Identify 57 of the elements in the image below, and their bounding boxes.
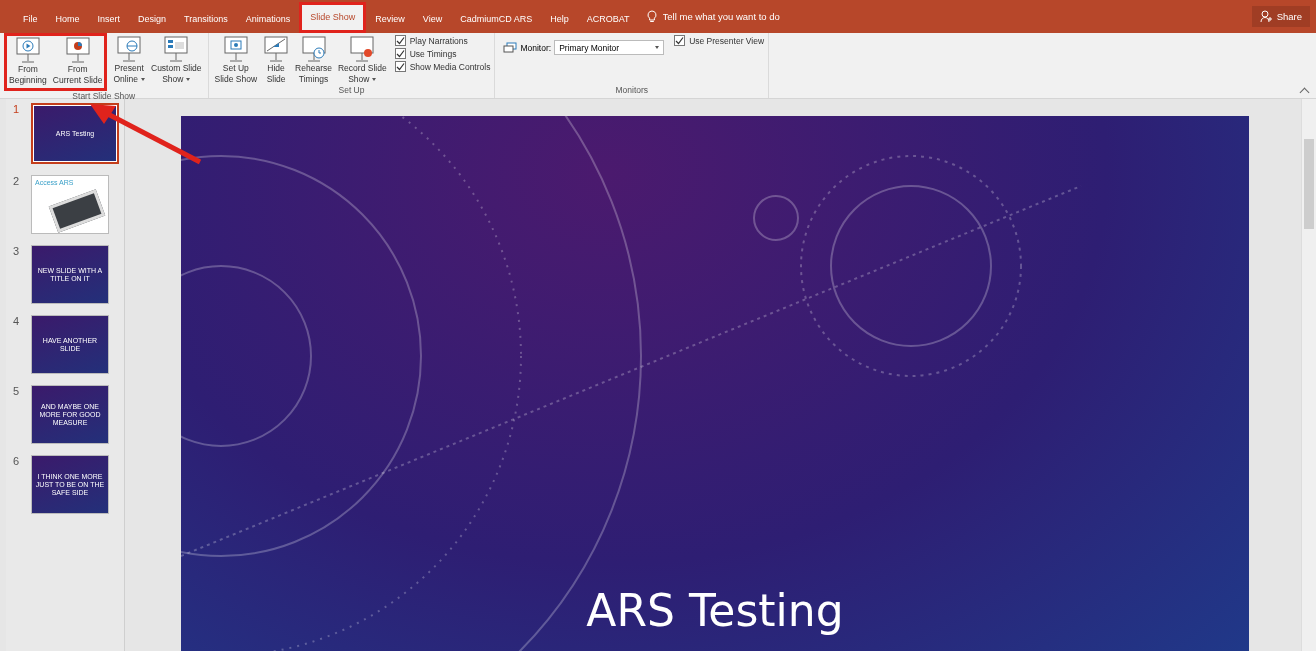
ribbon-button[interactable]: Custom Slide Show: [149, 35, 204, 91]
projector-screen-icon: [116, 35, 143, 63]
ribbon-button[interactable]: Present Online: [111, 35, 147, 91]
monitors-icon: [503, 41, 518, 54]
share-button[interactable]: Share: [1251, 6, 1310, 27]
group-label: Monitors: [614, 85, 650, 97]
slide-number: 4: [13, 315, 21, 329]
person-icon: [1259, 10, 1273, 23]
group-label: Set Up: [337, 85, 366, 97]
ribbon-tab[interactable]: View: [413, 6, 452, 33]
caret-icon: [186, 78, 191, 81]
ribbon-button[interactable]: Hide Slide: [261, 35, 292, 85]
ribbon-tab[interactable]: Help: [541, 6, 578, 33]
slide-title: ARS Testing: [586, 585, 844, 636]
lightbulb-icon: [646, 10, 657, 23]
monitor-label: Monitor:: [520, 42, 552, 53]
ribbon-tab[interactable]: File: [14, 6, 47, 33]
scrollbar[interactable]: [1301, 99, 1316, 651]
ribbon-tab[interactable]: Review: [366, 6, 414, 33]
ribbon-tab[interactable]: Insert: [88, 6, 130, 33]
slide-number: 6: [13, 455, 21, 469]
projector-screen-icon: [64, 36, 91, 64]
ribbon-tab[interactable]: Design: [129, 6, 176, 33]
checkbox[interactable]: [394, 48, 406, 59]
caret-icon: [141, 78, 145, 81]
checkbox[interactable]: [394, 35, 406, 46]
ribbon-tab[interactable]: Transitions: [175, 6, 237, 33]
slide-number: 1: [13, 103, 21, 117]
caret-icon: [372, 78, 377, 81]
projector-screen-icon: [263, 35, 290, 63]
checkbox-option[interactable]: Use Timings: [394, 48, 491, 59]
ribbon-tab[interactable]: Home: [46, 6, 89, 33]
projector-screen-icon: [349, 35, 376, 63]
checkbox-option[interactable]: Play Narrations: [394, 35, 491, 46]
checkbox[interactable]: [674, 35, 686, 46]
slide-canvas[interactable]: ARS Testing: [181, 116, 1249, 651]
ribbon-tab[interactable]: Animations: [236, 6, 300, 33]
monitor-dropdown[interactable]: Primary Monitor: [554, 40, 665, 55]
ribbon-button[interactable]: From Current Slide: [50, 36, 105, 86]
checkbox-option[interactable]: Show Media Controls: [394, 61, 491, 72]
ribbon-button[interactable]: Set Up Slide Show: [212, 35, 260, 85]
slide-number: 5: [13, 385, 21, 399]
ribbon-tab[interactable]: CadmiumCD ARS: [451, 6, 542, 33]
projector-screen-icon: [14, 36, 41, 64]
ribbon-tab[interactable]: ACROBAT: [577, 6, 639, 33]
checkbox-option[interactable]: Use Presenter View: [674, 35, 765, 46]
ribbon-button[interactable]: Rehearse Timings: [293, 35, 334, 85]
ribbon-button[interactable]: From Beginning: [7, 36, 49, 86]
projector-screen-icon: [222, 35, 249, 63]
projector-screen-icon: [300, 35, 327, 63]
group-label: Start Slide Show: [71, 91, 137, 101]
ribbon-tab[interactable]: Slide Show: [302, 5, 364, 30]
checkbox[interactable]: [394, 61, 406, 72]
slide-number: 3: [13, 245, 21, 259]
slide-number: 2: [13, 175, 21, 189]
ribbon-button[interactable]: Record Slide Show: [335, 35, 389, 85]
tell-me-field[interactable]: Tell me what you want to do: [646, 10, 825, 23]
